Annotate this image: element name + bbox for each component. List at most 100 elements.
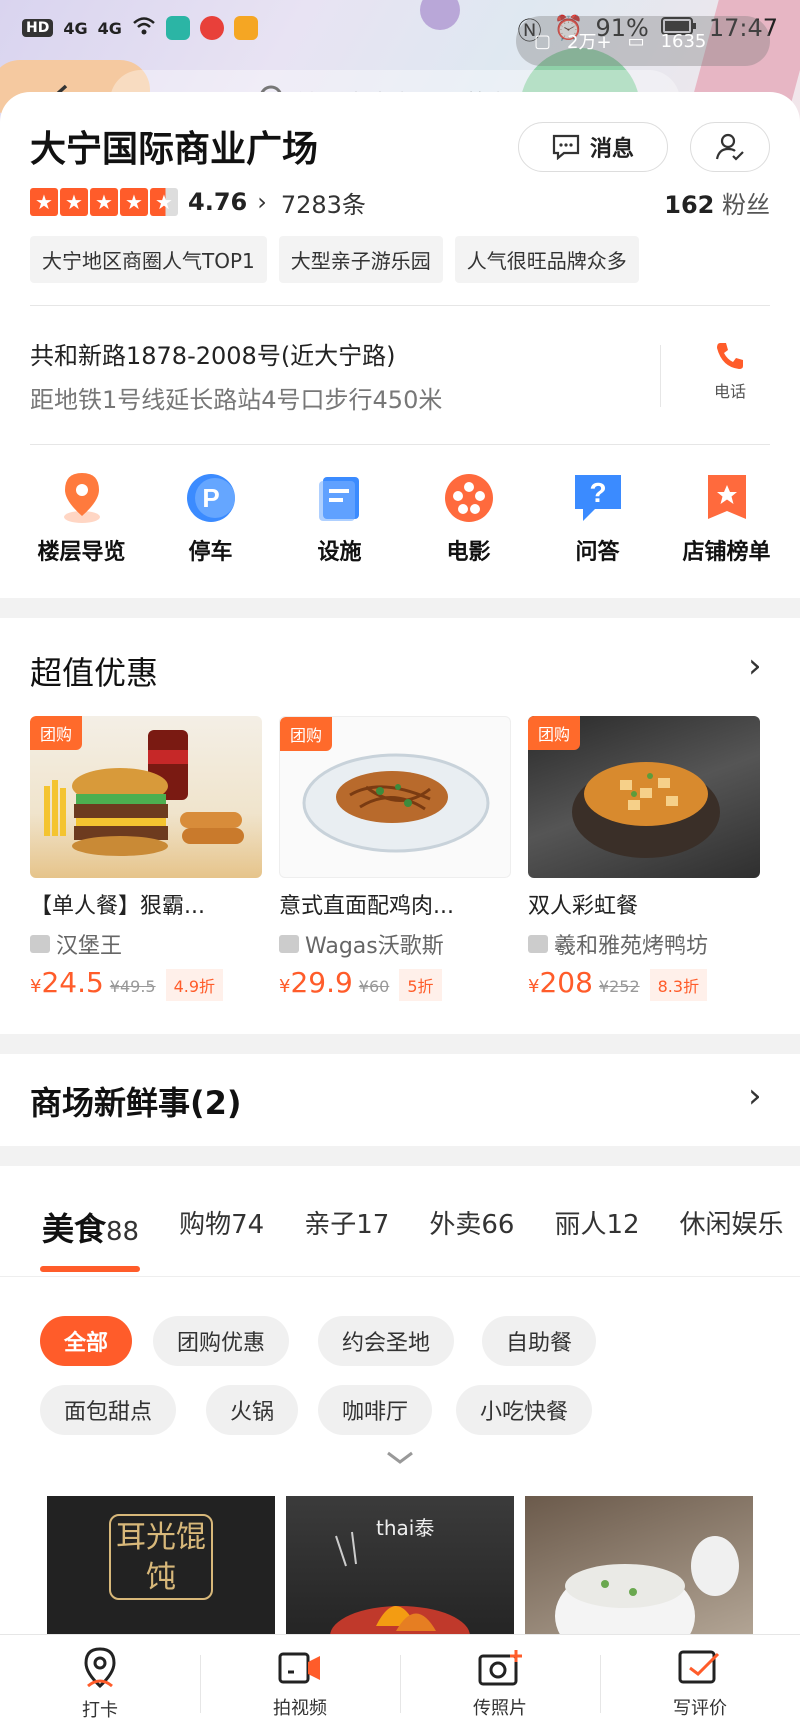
bottom-action-bar: 打卡 拍视频 传照片 写评价: [0, 1634, 800, 1733]
deals-title: 超值优惠: [30, 654, 159, 692]
message-button[interactable]: 消息: [518, 122, 668, 172]
discount-badge: 5折: [399, 969, 442, 1001]
image-icon: ▢: [534, 30, 552, 52]
app-notification-icon: [199, 16, 224, 40]
video-icon: ▭: [627, 30, 645, 52]
deals-section: 超值优惠 › 团购 【单人餐】狠霸... 汉堡王 ¥24.5 ¥49.5 4.9…: [0, 618, 800, 1034]
filter-chip[interactable]: 面包甜点: [40, 1385, 177, 1435]
tab-leisure[interactable]: 休闲娱乐: [680, 1204, 784, 1250]
quick-action-parking[interactable]: P 停车: [146, 470, 275, 566]
tag[interactable]: 人气很旺品牌众多: [454, 236, 639, 283]
chevron-down-icon[interactable]: [385, 1448, 415, 1468]
checkin-pin-icon: [84, 1647, 116, 1689]
deal-name: 双人彩虹餐: [528, 894, 639, 919]
shop-icon: [30, 935, 50, 953]
network-signal-2: 4G: [97, 18, 122, 38]
star-rating: ★ ★ ★ ★ ★: [30, 188, 178, 216]
shoot-video-button[interactable]: 拍视频: [200, 1635, 400, 1733]
chevron-right-icon[interactable]: ›: [748, 646, 762, 686]
filter-chip[interactable]: 火锅: [206, 1385, 299, 1435]
discount-badge: 4.9折: [165, 969, 224, 1001]
shop-icon: [528, 935, 548, 953]
address-line[interactable]: 共和新路1878-2008号(近大宁路): [30, 336, 396, 371]
filter-chip[interactable]: 约会圣地: [318, 1316, 455, 1366]
deal-shop: Wagas沃歌斯: [279, 928, 511, 960]
deal-card[interactable]: 团购 双人彩虹餐 羲和雅苑烤鸭坊 ¥208 ¥252 8.3折: [528, 716, 760, 1001]
shop-logo-text: 耳光馄饨: [109, 1514, 213, 1600]
divider: [660, 345, 661, 407]
review-count: 7283条: [280, 190, 366, 219]
divider: [0, 1276, 800, 1277]
quick-action-floor-guide[interactable]: 楼层导览: [17, 470, 146, 566]
deal-name: 意式直面配鸡肉...: [279, 894, 454, 919]
tab-shopping[interactable]: 购物74: [179, 1204, 264, 1250]
deal-card[interactable]: 团购 意式直面配鸡肉... Wagas沃歌斯 ¥29.9 ¥60 5折: [279, 716, 511, 1001]
tab-delivery[interactable]: 外卖66: [429, 1204, 514, 1250]
filter-chip[interactable]: 团购优惠: [153, 1316, 290, 1366]
phone-label: 电话: [713, 382, 746, 401]
quick-action-label: 停车: [188, 540, 233, 565]
write-review-button[interactable]: 写评价: [600, 1635, 800, 1733]
quick-action-ranking[interactable]: 店铺榜单: [662, 470, 791, 566]
rating-row[interactable]: ★ ★ ★ ★ ★ 4.76 › 7283条 162 粉丝: [30, 184, 770, 220]
tab-beauty[interactable]: 丽人12: [554, 1204, 639, 1250]
deal-price: ¥24.5 ¥49.5 4.9折: [30, 966, 262, 1001]
facility-icon: [318, 477, 359, 521]
filter-chip-all[interactable]: 全部: [40, 1316, 133, 1366]
wifi-icon: [132, 16, 156, 40]
deal-card[interactable]: 团购 【单人餐】狠霸... 汉堡王 ¥24.5 ¥49.5 4.9折: [30, 716, 262, 1001]
page-title: 大宁国际商业广场: [30, 129, 319, 170]
quick-action-label: 电影: [446, 540, 491, 565]
filter-chip[interactable]: 咖啡厅: [318, 1385, 433, 1435]
follow-button[interactable]: [690, 122, 770, 172]
float-count: 1635: [660, 30, 707, 52]
svg-text:?: ?: [589, 477, 606, 508]
bottom-action-label: 写评价: [673, 1698, 727, 1719]
star-icon: ★: [90, 188, 118, 216]
app-notification-icon: [165, 16, 190, 40]
divider: [30, 444, 770, 445]
tag[interactable]: 大宁地区商圈人气TOP1: [30, 236, 267, 283]
photo-upload-icon: [478, 1650, 522, 1686]
fans-count[interactable]: 162 粉丝: [664, 185, 770, 220]
message-label: 消息: [589, 137, 634, 162]
deal-price: ¥29.9 ¥60 5折: [279, 966, 511, 1001]
quick-action-label: 设施: [317, 540, 362, 565]
network-signal-1: 4G: [63, 18, 88, 38]
category-tabs: 美食88 购物74 亲子17 外卖66 丽人12 休闲娱乐: [0, 1204, 800, 1250]
filter-chip[interactable]: 小吃快餐: [456, 1385, 593, 1435]
discount-badge: 8.3折: [649, 969, 708, 1001]
filter-chip[interactable]: 自助餐: [482, 1316, 597, 1366]
quick-action-qa[interactable]: ? 问答: [533, 470, 662, 566]
bottom-action-label: 传照片: [473, 1698, 527, 1719]
news-title: 商场新鲜事(2): [30, 1084, 242, 1122]
deal-shop: 汉堡王: [30, 928, 262, 960]
tab-food[interactable]: 美食88: [42, 1204, 139, 1250]
upload-photo-button[interactable]: 传照片: [400, 1635, 600, 1733]
quick-actions: 楼层导览 P 停车 设施 电影 ? 问答 店铺榜单: [0, 470, 800, 566]
rating-score: 4.76: [188, 188, 248, 216]
svg-text:P: P: [202, 483, 219, 513]
chat-bubble-icon: [552, 134, 580, 160]
tag-list: 大宁地区商圈人气TOP1 大型亲子游乐园 人气很旺品牌众多: [30, 236, 639, 283]
checkin-button[interactable]: 打卡: [0, 1635, 200, 1733]
active-tab-indicator: [40, 1266, 140, 1272]
star-icon: ★: [120, 188, 148, 216]
chevron-right-icon[interactable]: ›: [748, 1076, 762, 1116]
group-buy-badge: 团购: [528, 716, 581, 750]
address-subway[interactable]: 距地铁1号线延长路站4号口步行450米: [30, 380, 442, 415]
floating-recorder-pill[interactable]: ▢ 2万+ ▭ 1635: [516, 16, 770, 66]
mall-news-section[interactable]: 商场新鲜事(2) ›: [0, 1054, 800, 1146]
ranking-icon: [707, 475, 746, 519]
phone-button[interactable]: 电话: [700, 340, 760, 402]
hd-indicator: HD: [22, 19, 54, 37]
tab-family[interactable]: 亲子17: [304, 1204, 389, 1250]
star-icon: ★: [60, 188, 88, 216]
quick-action-movie[interactable]: 电影: [404, 470, 533, 566]
deal-image-stew: 团购: [528, 716, 760, 878]
half-star-icon: ★: [150, 188, 178, 216]
quick-action-facilities[interactable]: 设施: [275, 470, 404, 566]
quick-action-label: 楼层导览: [37, 540, 126, 565]
tag[interactable]: 大型亲子游乐园: [278, 236, 443, 283]
deal-shop: 羲和雅苑烤鸭坊: [528, 928, 760, 960]
